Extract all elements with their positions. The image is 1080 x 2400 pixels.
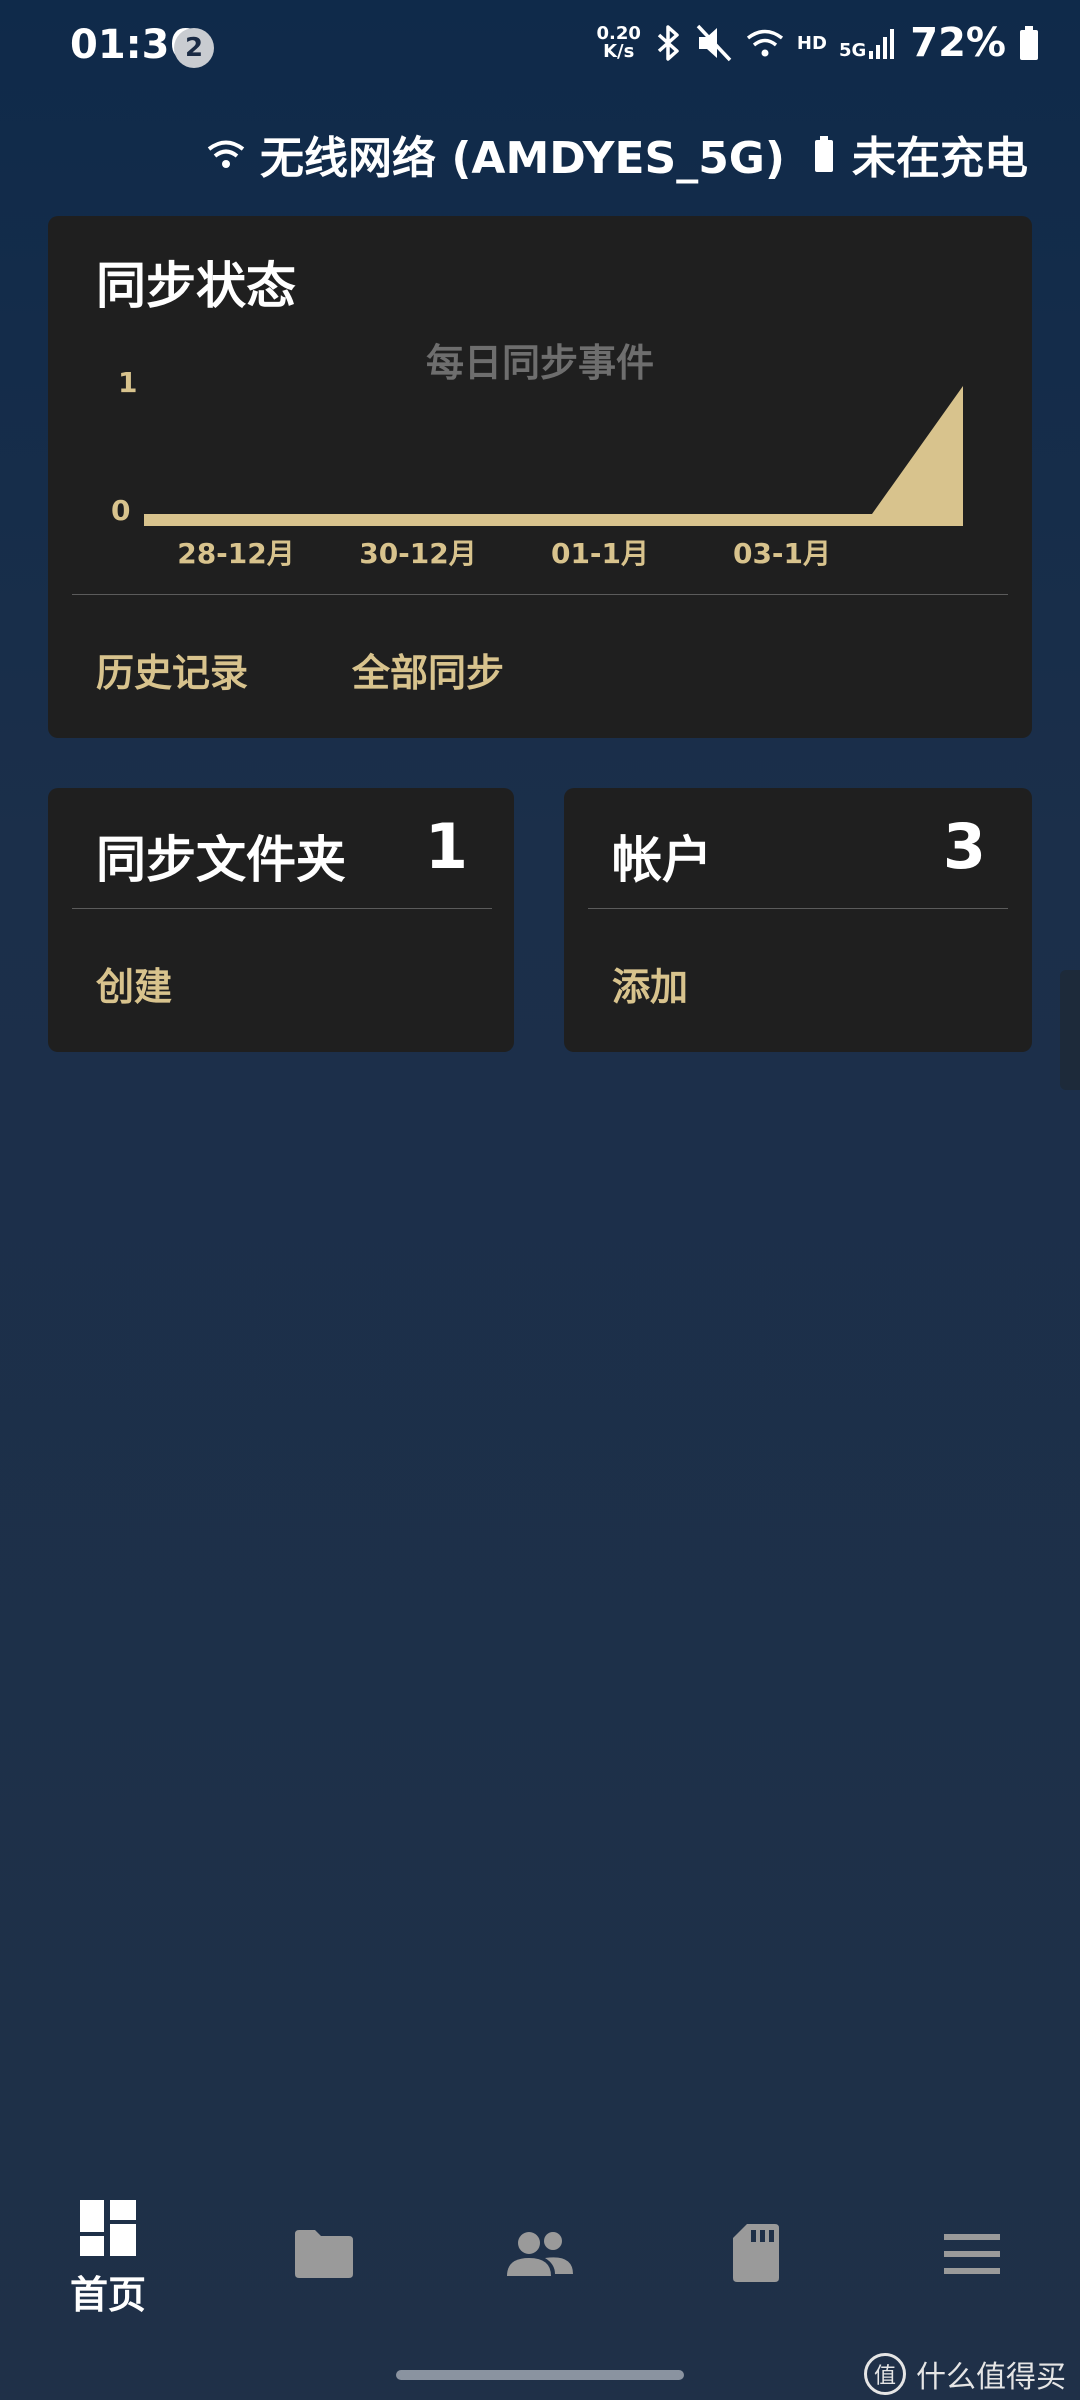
x-tick-label: 28-12月 (177, 537, 295, 570)
notification-count-badge: 2 (174, 28, 214, 68)
battery-outline-icon (815, 136, 833, 172)
battery-icon (1020, 26, 1038, 60)
bottom-navigation: 首页 (0, 2180, 1080, 2350)
battery-percent: 72% (910, 20, 1006, 66)
signal-icon (869, 29, 895, 59)
wifi-status-icon (746, 29, 783, 57)
x-tick-label: 30-12月 (359, 537, 477, 570)
nav-storage[interactable] (648, 2222, 864, 2362)
bluetooth-icon (657, 25, 679, 61)
watermark-logo: 值 (864, 2353, 906, 2395)
accounts-title: 帐户 (612, 831, 712, 889)
sync-folders-count: 1 (424, 810, 468, 883)
wifi-label: 无线网络 (AMDYES_5G) (260, 133, 786, 184)
network-hd-label: HD (796, 32, 827, 54)
network-speed: 0.20 K/s (596, 23, 641, 62)
create-folder-button[interactable]: 创建 (96, 956, 172, 1011)
sync-folders-title: 同步文件夹 (96, 831, 346, 889)
x-tick-label: 03-1月 (732, 537, 832, 570)
accounts-count: 3 (942, 810, 986, 883)
folder-icon (295, 2230, 353, 2278)
watermark: 值 什么值得买 (864, 2352, 1066, 2396)
status-bar: 01:36 2 0.20 K/s HD 5G 72% (0, 0, 1080, 96)
wifi-condition: 无线网络 (AMDYES_5G) (206, 122, 785, 186)
nav-folders[interactable] (216, 2228, 432, 2368)
wifi-icon (207, 140, 245, 168)
charging-label: 未在充电 (852, 133, 1028, 184)
dashboard-icon (80, 2200, 136, 2256)
charging-condition: 未在充电 (814, 122, 1028, 186)
history-button[interactable]: 历史记录 (96, 642, 248, 697)
people-icon (507, 2232, 573, 2276)
accounts-card[interactable]: 帐户 3 添加 (564, 788, 1032, 1052)
chart-area-series (144, 386, 963, 526)
edge-panel-handle[interactable] (1060, 970, 1080, 1090)
nav-home[interactable]: 首页 (0, 2200, 216, 2340)
chart-plot (143, 385, 964, 526)
connection-info: 无线网络 (AMDYES_5G) 未在充电 (0, 118, 1080, 184)
status-icons: 0.20 K/s HD 5G 72% (597, 20, 1041, 66)
x-tick-label: 01-1月 (550, 537, 650, 570)
daily-sync-chart: 每日同步事件 1 0 28-12月 30-12月 01-1月 03-1月 (48, 216, 1032, 570)
card-divider (72, 908, 492, 909)
watermark-text: 什么值得买 (916, 2360, 1066, 2395)
sync-all-button[interactable]: 全部同步 (352, 642, 504, 697)
card-divider (588, 908, 1008, 909)
add-account-button[interactable]: 添加 (612, 956, 688, 1011)
card-divider (72, 594, 1008, 595)
network-5g-label: 5G (838, 40, 867, 61)
home-indicator[interactable] (396, 2370, 684, 2380)
nav-home-label: 首页 (69, 2273, 146, 2317)
mute-icon (696, 24, 732, 62)
sync-folders-card[interactable]: 同步文件夹 1 创建 (48, 788, 514, 1052)
menu-icon (944, 2234, 1000, 2274)
sync-status-card: 同步状态 每日同步事件 1 0 28-12月 30-12月 01-1月 03-1… (48, 216, 1032, 738)
sd-card-icon (733, 2224, 779, 2282)
signal-5g: 5G (839, 25, 898, 61)
nav-accounts[interactable] (432, 2230, 648, 2370)
